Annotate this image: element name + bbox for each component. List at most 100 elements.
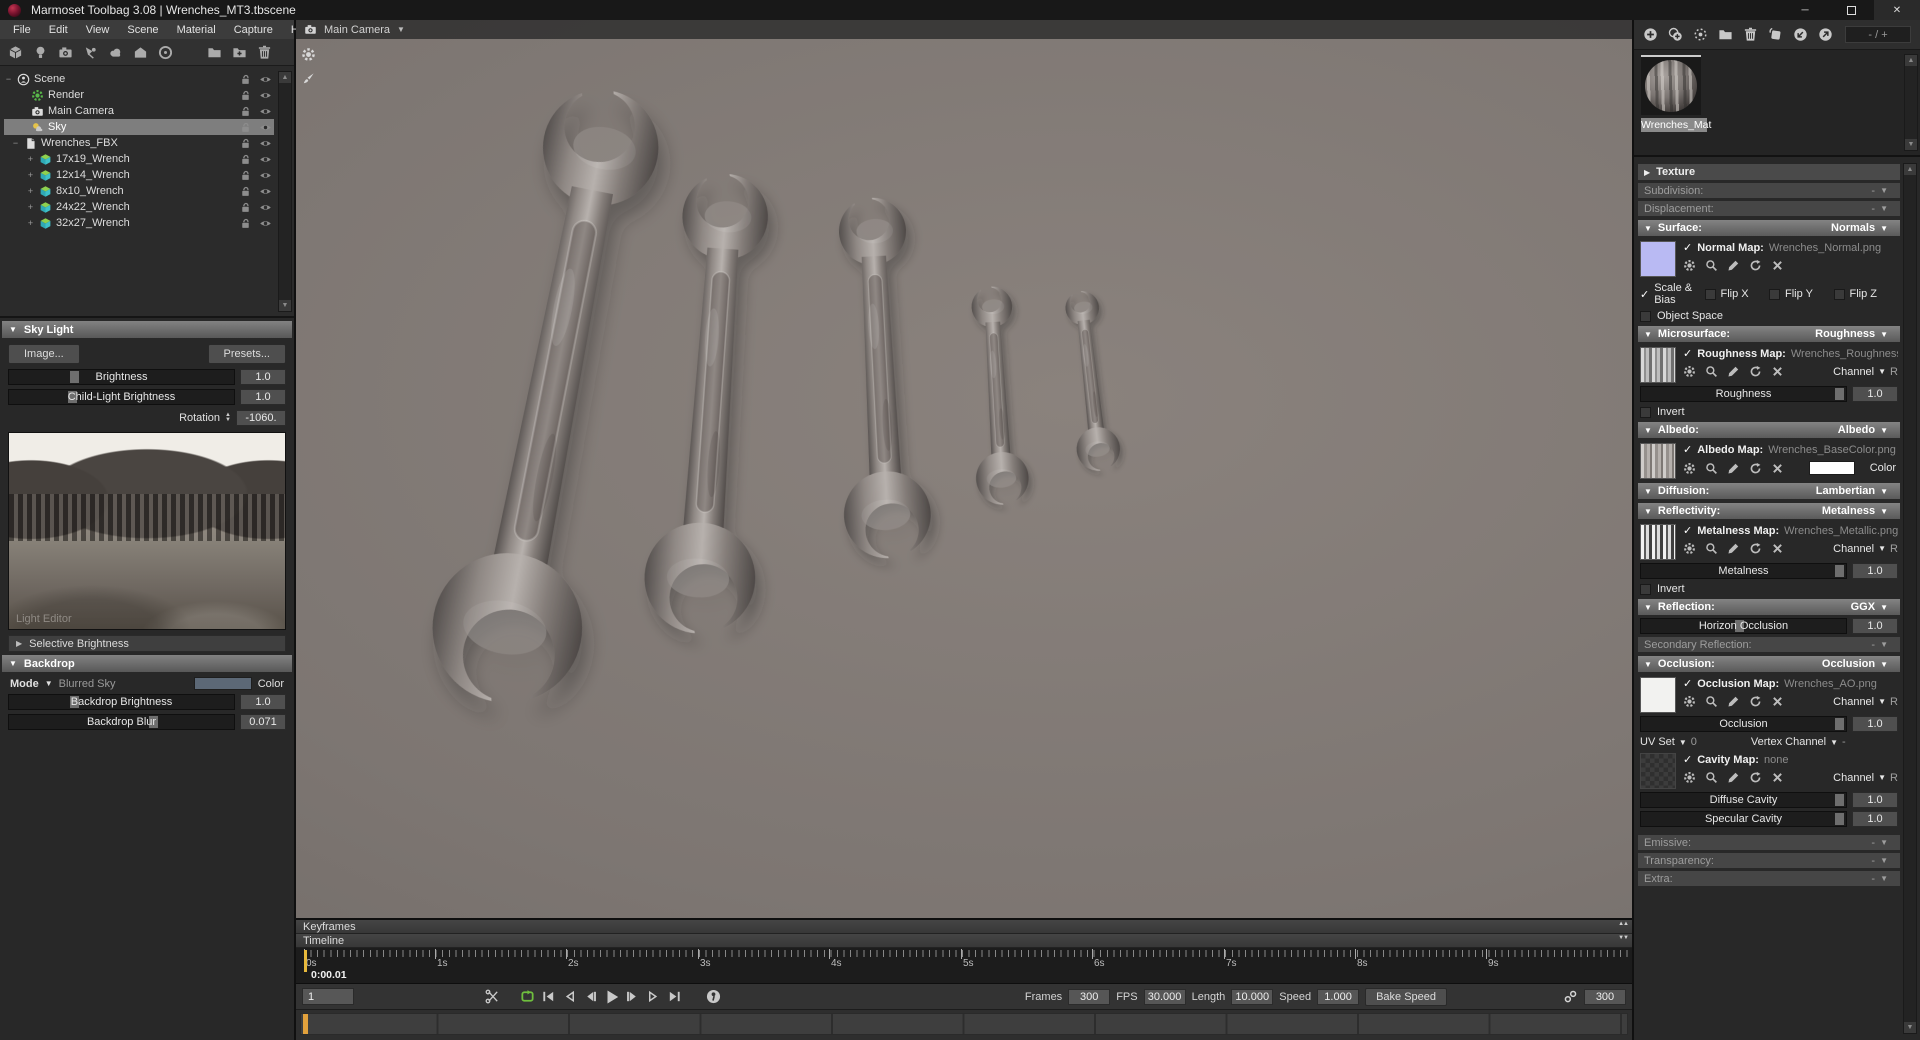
delete-material-icon[interactable] bbox=[1743, 27, 1758, 42]
scroll-up-icon[interactable]: ▲ bbox=[1905, 55, 1917, 66]
visibility-eye-icon[interactable] bbox=[257, 217, 274, 230]
roughness-invert-checkbox[interactable]: Invert bbox=[1640, 406, 1898, 418]
map-edit-icon[interactable] bbox=[1727, 542, 1740, 555]
map-edit-icon[interactable] bbox=[1727, 365, 1740, 378]
tree-row-24x22-wrench[interactable]: + 24x22_Wrench bbox=[4, 199, 274, 215]
reflection-mode-value[interactable]: GGX bbox=[1851, 601, 1875, 613]
channel-selector[interactable]: Channel ▼ R bbox=[1833, 543, 1898, 555]
duplicate-material-icon[interactable] bbox=[1668, 27, 1683, 42]
add-fog-icon[interactable] bbox=[108, 45, 123, 60]
roughness-value[interactable]: 1.0 bbox=[1852, 386, 1898, 402]
metalness-slider[interactable]: Metalness bbox=[1640, 563, 1847, 579]
map-settings-gear-icon[interactable] bbox=[1683, 462, 1696, 475]
menu-edit[interactable]: Edit bbox=[40, 24, 77, 36]
specular-cavity-slider[interactable]: Specular Cavity bbox=[1640, 811, 1847, 827]
section-occlusion[interactable]: ▼ Occlusion: Occlusion ▼ bbox=[1638, 656, 1900, 672]
map-reload-icon[interactable] bbox=[1749, 259, 1762, 272]
microsurface-mode-value[interactable]: Roughness bbox=[1815, 328, 1875, 340]
tree-row-render[interactable]: Render bbox=[4, 87, 274, 103]
map-edit-icon[interactable] bbox=[1727, 771, 1740, 784]
section-extra[interactable]: Extra: - ▼ bbox=[1638, 871, 1900, 886]
expander[interactable]: − bbox=[11, 138, 20, 148]
rotation-stepper[interactable]: ▲ ▼ bbox=[225, 412, 231, 423]
section-reflection[interactable]: ▼ Reflection: GGX ▼ bbox=[1638, 599, 1900, 615]
speed-input[interactable]: 1.000 bbox=[1317, 988, 1360, 1005]
albedo-color-swatch[interactable] bbox=[1808, 461, 1855, 475]
frames-input[interactable]: 300 bbox=[1068, 988, 1111, 1005]
tree-row-12x14-wrench[interactable]: + 12x14_Wrench bbox=[4, 167, 274, 183]
maximize-button[interactable] bbox=[1828, 0, 1874, 20]
wrench-24x22[interactable] bbox=[641, 170, 784, 637]
expander[interactable]: + bbox=[26, 170, 35, 180]
linked-frames-value[interactable]: 300 bbox=[1584, 988, 1626, 1005]
check-icon[interactable]: ✓ bbox=[1683, 677, 1692, 690]
tree-row-32x27-wrench[interactable]: + 32x27_Wrench bbox=[4, 215, 274, 231]
roughness-map-thumbnail[interactable] bbox=[1640, 347, 1676, 383]
map-clear-icon[interactable] bbox=[1771, 542, 1784, 555]
timeline-bar[interactable]: Timeline ▼▼ bbox=[296, 934, 1632, 948]
backdrop-mode-value[interactable]: Blurred Sky bbox=[59, 678, 116, 690]
new-folder-icon[interactable] bbox=[232, 45, 247, 60]
map-clear-icon[interactable] bbox=[1771, 259, 1784, 272]
playhead[interactable] bbox=[304, 950, 307, 972]
properties-scrollbar[interactable]: ▲ ▼ bbox=[1903, 163, 1917, 1034]
material-thumbnail[interactable] bbox=[1641, 55, 1701, 115]
tree-row-17x19-wrench[interactable]: + 17x19_Wrench bbox=[4, 151, 274, 167]
backdrop-blur-value[interactable]: 0.071 bbox=[240, 714, 286, 730]
map-clear-icon[interactable] bbox=[1771, 462, 1784, 475]
map-reload-icon[interactable] bbox=[1749, 771, 1762, 784]
check-icon[interactable]: ✓ bbox=[1683, 524, 1692, 537]
child-light-brightness-slider[interactable]: Child-Light Brightness bbox=[8, 389, 235, 405]
tree-row-scene[interactable]: − Scene bbox=[4, 71, 274, 87]
visibility-eye-icon[interactable] bbox=[257, 105, 274, 118]
diffuse-cavity-slider[interactable]: Diffuse Cavity bbox=[1640, 792, 1847, 808]
flip-z-checkbox[interactable]: Flip Z bbox=[1833, 288, 1899, 300]
flip-x-checkbox[interactable]: Flip X bbox=[1704, 288, 1770, 300]
loop-toggle-icon[interactable] bbox=[517, 987, 538, 1007]
skip-to-start-icon[interactable] bbox=[538, 987, 559, 1007]
map-inspect-icon[interactable] bbox=[1705, 365, 1718, 378]
scroll-down-icon[interactable]: ▼ bbox=[279, 300, 291, 311]
tree-row-sky[interactable]: Sky bbox=[4, 119, 274, 135]
link-icon[interactable] bbox=[1563, 989, 1578, 1004]
minimize-button[interactable]: ─ bbox=[1782, 0, 1828, 20]
channel-selector[interactable]: Channel ▼ R bbox=[1833, 696, 1898, 708]
map-inspect-icon[interactable] bbox=[1705, 462, 1718, 475]
section-subdivision[interactable]: Subdivision: - ▼ bbox=[1638, 183, 1900, 198]
wrenches-3d-render[interactable] bbox=[296, 20, 1632, 918]
current-frame-input[interactable]: 1 bbox=[302, 988, 354, 1005]
map-settings-gear-icon[interactable] bbox=[1683, 542, 1696, 555]
backdrop-header[interactable]: ▼ Backdrop bbox=[2, 655, 292, 672]
step-back-icon[interactable] bbox=[580, 987, 601, 1007]
expander[interactable]: + bbox=[26, 218, 35, 228]
lock-icon[interactable] bbox=[237, 73, 254, 86]
lock-icon[interactable] bbox=[237, 185, 254, 198]
map-settings-gear-icon[interactable] bbox=[1683, 771, 1696, 784]
fps-input[interactable]: 30.000 bbox=[1143, 988, 1186, 1005]
keyframe-track[interactable] bbox=[300, 1013, 1628, 1035]
section-albedo[interactable]: ▼ Albedo: Albedo ▼ bbox=[1638, 422, 1900, 438]
menu-material[interactable]: Material bbox=[168, 24, 225, 36]
timeline-ruler[interactable]: 0s 1s 2s 3s 4s 5s 6s 7s 8s 9s 0:00.01 bbox=[296, 948, 1632, 984]
expander[interactable]: + bbox=[26, 202, 35, 212]
check-icon[interactable]: ✓ bbox=[1683, 753, 1692, 766]
section-texture[interactable]: ▶ Texture bbox=[1638, 164, 1900, 180]
section-reflectivity[interactable]: ▼ Reflectivity: Metalness ▼ bbox=[1638, 503, 1900, 519]
wrench-12x14[interactable] bbox=[964, 285, 1030, 506]
keyframes-bar[interactable]: Keyframes ▲▲ bbox=[296, 920, 1632, 934]
wrench-8x10[interactable] bbox=[1059, 289, 1123, 473]
map-clear-icon[interactable] bbox=[1771, 771, 1784, 784]
add-shadow-catcher-icon[interactable] bbox=[133, 45, 148, 60]
step-forward-icon[interactable] bbox=[622, 987, 643, 1007]
material-folder-icon[interactable] bbox=[1718, 27, 1733, 42]
sky-presets-button[interactable]: Presets... bbox=[207, 344, 286, 364]
chevron-down-icon[interactable]: ▼ bbox=[397, 25, 405, 34]
menu-capture[interactable]: Capture bbox=[225, 24, 282, 36]
diffuse-cavity-value[interactable]: 1.0 bbox=[1852, 792, 1898, 808]
sky-image-button[interactable]: Image... bbox=[8, 344, 80, 364]
backdrop-color-swatch[interactable] bbox=[193, 677, 252, 690]
visibility-eye-icon[interactable] bbox=[257, 153, 274, 166]
add-key-icon[interactable] bbox=[703, 987, 724, 1007]
check-icon[interactable]: ✓ bbox=[1683, 443, 1692, 456]
library-scrollbar[interactable]: ▲ ▼ bbox=[1904, 54, 1918, 151]
